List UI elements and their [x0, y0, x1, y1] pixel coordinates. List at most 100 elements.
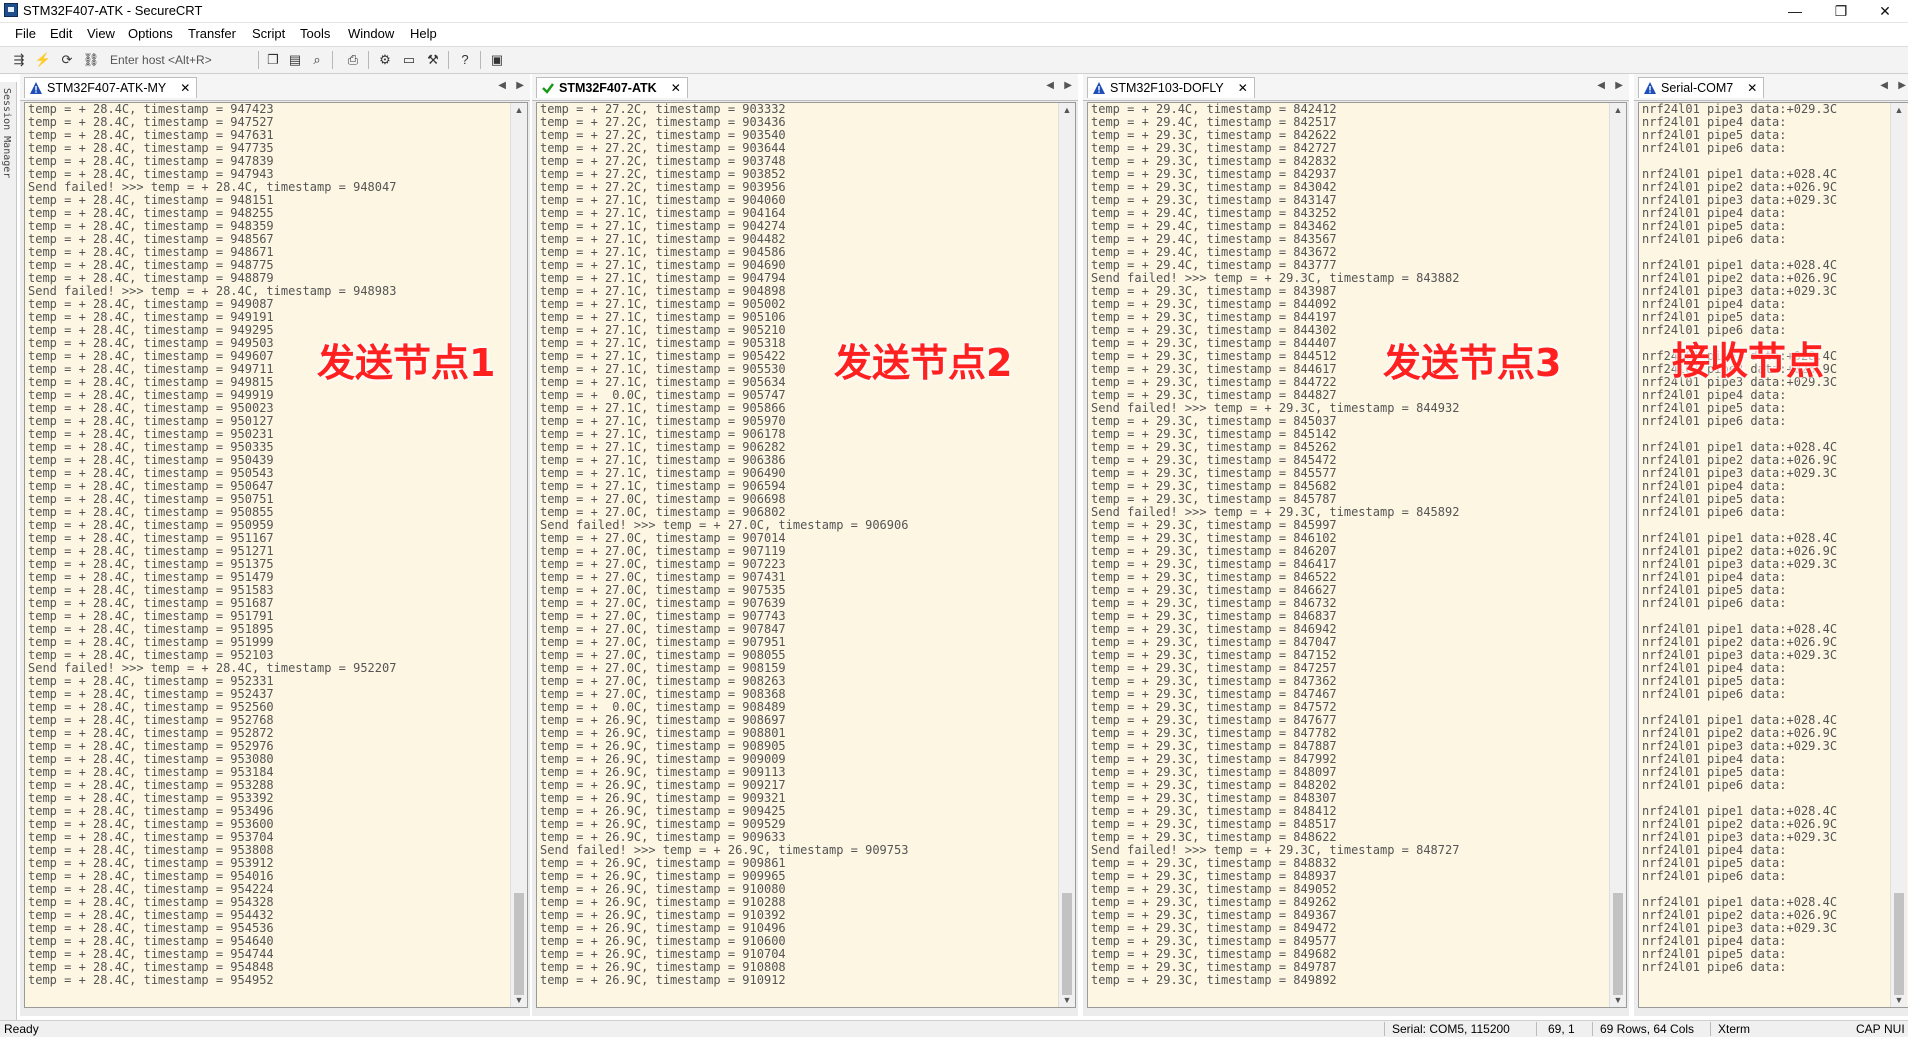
scroll-down-icon[interactable]: ▼	[1059, 995, 1075, 1005]
connected-check-icon	[541, 81, 555, 95]
minimize-button[interactable]: —	[1772, 0, 1818, 22]
status-separator	[1536, 1022, 1537, 1036]
status-serial: Serial: COM5, 115200	[1392, 1022, 1510, 1036]
window-title: STM32F407-ATK - SecureCRT	[23, 3, 203, 18]
tab-stm32f407-atk[interactable]: STM32F407-ATK ✕	[536, 77, 688, 98]
menu-options[interactable]: Options	[128, 26, 173, 41]
session-pane-3: STM32F103-DOFLY ✕ ◀ ▶ temp = + 29.4C, ti…	[1083, 74, 1629, 1016]
status-size: 69 Rows, 64 Cols	[1600, 1022, 1695, 1036]
help-icon[interactable]: ?	[456, 51, 474, 69]
close-tab-icon[interactable]: ✕	[1238, 81, 1248, 95]
close-tab-icon[interactable]: ✕	[671, 81, 681, 95]
close-window-button[interactable]: ✕	[1862, 0, 1908, 22]
annotation-label: 发送节点1	[317, 341, 496, 385]
sftp-icon[interactable]: ⚒	[424, 51, 442, 69]
terminal-line: nrf24l01 pipe6 data:	[1642, 414, 1787, 428]
terminal-line: nrf24l01 pipe6 data:	[1642, 232, 1787, 246]
settings-icon[interactable]: ⚙	[376, 51, 394, 69]
tab-scroll-left-icon[interactable]: ◀	[1046, 80, 1054, 91]
terminal-lines: nrf24l01 pipe3 data:+029.3C nrf24l01 pipe…	[1642, 103, 1837, 974]
scroll-down-icon[interactable]: ▼	[1891, 995, 1907, 1005]
tab-stm32f103-dofly[interactable]: STM32F103-DOFLY ✕	[1087, 77, 1255, 98]
tab-scroll-right-icon[interactable]: ▶	[1898, 80, 1906, 91]
scroll-up-icon[interactable]: ▲	[511, 105, 527, 115]
terminal-line: nrf24l01 pipe6 data:	[1642, 596, 1787, 610]
tab-serial-com7[interactable]: Serial-COM7 ✕	[1638, 77, 1765, 98]
terminal-line: temp = + 26.9C, timestamp = 910912	[540, 973, 786, 987]
close-tab-icon[interactable]: ✕	[1747, 81, 1757, 95]
tab-scroll-right-icon[interactable]: ▶	[516, 80, 524, 91]
tab-scroll-left-icon[interactable]: ◀	[1880, 80, 1888, 91]
restore-button[interactable]: ❐	[1818, 0, 1864, 22]
tab-scroll-left-icon[interactable]: ◀	[1597, 80, 1605, 91]
scrollbar-thumb[interactable]	[1062, 893, 1072, 995]
tab-scroll-left-icon[interactable]: ◀	[498, 80, 506, 91]
terminal-lines: temp = + 29.4C, timestamp = 842412 temp =…	[1091, 103, 1459, 987]
menu-window[interactable]: Window	[348, 26, 394, 41]
terminal-output[interactable]: temp = + 29.4C, timestamp = 842412 temp =…	[1087, 102, 1627, 1008]
session-log-icon[interactable]: ▣	[488, 51, 506, 69]
scrollbar-thumb[interactable]	[1894, 893, 1904, 995]
terminal-line: nrf24l01 pipe6 data:	[1642, 778, 1787, 792]
connect-icon[interactable]: ⇶	[10, 51, 28, 69]
tab-label: STM32F103-DOFLY	[1110, 81, 1224, 95]
scroll-down-icon[interactable]: ▼	[511, 995, 527, 1005]
toolbar-separator	[480, 51, 481, 69]
host-input[interactable]: Enter host <Alt+R>	[106, 51, 252, 69]
tab-scroll-right-icon[interactable]: ▶	[1064, 80, 1072, 91]
status-num-lock: NUI	[1884, 1022, 1905, 1036]
menu-help[interactable]: Help	[410, 26, 437, 41]
menu-view[interactable]: View	[87, 26, 115, 41]
session-pane-1: STM32F407-ATK-MY ✕ ◀ ▶ temp = + 28.4C, t…	[20, 74, 530, 1016]
close-tab-icon[interactable]: ✕	[180, 81, 190, 95]
vertical-scrollbar[interactable]: ▲ ▼	[1058, 103, 1075, 1007]
scroll-up-icon[interactable]: ▲	[1610, 105, 1626, 115]
scroll-down-icon[interactable]: ▼	[1610, 995, 1626, 1005]
session-manager-panel[interactable]: Session Manager	[0, 82, 17, 1022]
find-icon[interactable]: ⌕	[308, 51, 326, 69]
tab-bar: Serial-COM7 ✕ ◀ ▶	[1634, 74, 1908, 101]
terminal-line: temp = + 28.4C, timestamp = 954952	[28, 973, 274, 987]
vertical-scrollbar[interactable]: ▲ ▼	[1890, 103, 1907, 1007]
scroll-up-icon[interactable]: ▲	[1891, 105, 1907, 115]
menu-transfer[interactable]: Transfer	[188, 26, 236, 41]
menu-file[interactable]: File	[15, 26, 36, 41]
tab-bar: STM32F407-ATK-MY ✕ ◀ ▶	[20, 74, 530, 101]
securecrt-app-icon	[4, 3, 18, 17]
toolbar-separator	[448, 51, 449, 69]
toolbar-separator	[332, 51, 333, 69]
paste-icon[interactable]: ▤	[286, 51, 304, 69]
scroll-up-icon[interactable]: ▲	[1059, 105, 1075, 115]
session-pane-4: Serial-COM7 ✕ ◀ ▶ nrf24l01 pipe3 data:+0…	[1634, 74, 1908, 1016]
menu-tools[interactable]: Tools	[300, 26, 330, 41]
vertical-scrollbar[interactable]: ▲ ▼	[1609, 103, 1626, 1007]
status-bar: Ready Serial: COM5, 115200 69, 1 69 Rows…	[0, 1020, 1908, 1037]
tab-stm32f407-atk-my[interactable]: STM32F407-ATK-MY ✕	[24, 77, 198, 98]
scrollbar-thumb[interactable]	[514, 893, 524, 995]
terminal-output[interactable]: nrf24l01 pipe3 data:+029.3C nrf24l01 pipe…	[1638, 102, 1908, 1008]
terminal-line: nrf24l01 pipe6 data:	[1642, 960, 1787, 974]
warning-icon	[1092, 81, 1106, 95]
terminal-line: temp = + 29.3C, timestamp = 849892	[1091, 973, 1337, 987]
terminal-output[interactable]: temp = + 28.4C, timestamp = 947423 temp =…	[24, 102, 528, 1008]
copy-icon[interactable]: ❐	[264, 51, 282, 69]
menu-edit[interactable]: Edit	[50, 26, 72, 41]
annotation-label: 发送节点2	[834, 341, 1013, 385]
print-icon[interactable]: ⎙	[344, 51, 362, 69]
toolbar: ⇶ ⚡ ⟳ ⛓ Enter host <Alt+R> ❐ ▤ ⌕ ⎙ ⚙ ▭ ⚒…	[0, 46, 1908, 74]
scrollbar-thumb[interactable]	[1613, 893, 1623, 995]
disconnect-icon[interactable]: ⛓	[82, 51, 100, 69]
vertical-scrollbar[interactable]: ▲ ▼	[510, 103, 527, 1007]
terminal-output[interactable]: temp = + 27.2C, timestamp = 903332 temp =…	[536, 102, 1076, 1008]
keymap-icon[interactable]: ▭	[400, 51, 418, 69]
quick-connect-icon[interactable]: ⚡	[34, 51, 52, 69]
session-manager-label: Session Manager	[1, 88, 12, 179]
menu-script[interactable]: Script	[252, 26, 285, 41]
reconnect-icon[interactable]: ⟳	[58, 51, 76, 69]
terminal-line: nrf24l01 pipe6 data:	[1642, 687, 1787, 701]
terminal-line: nrf24l01 pipe6 data:	[1642, 869, 1787, 883]
tab-label: STM32F407-ATK-MY	[47, 81, 167, 95]
warning-icon	[29, 81, 43, 95]
tab-scroll-right-icon[interactable]: ▶	[1615, 80, 1623, 91]
status-cursor: 69, 1	[1548, 1022, 1575, 1036]
